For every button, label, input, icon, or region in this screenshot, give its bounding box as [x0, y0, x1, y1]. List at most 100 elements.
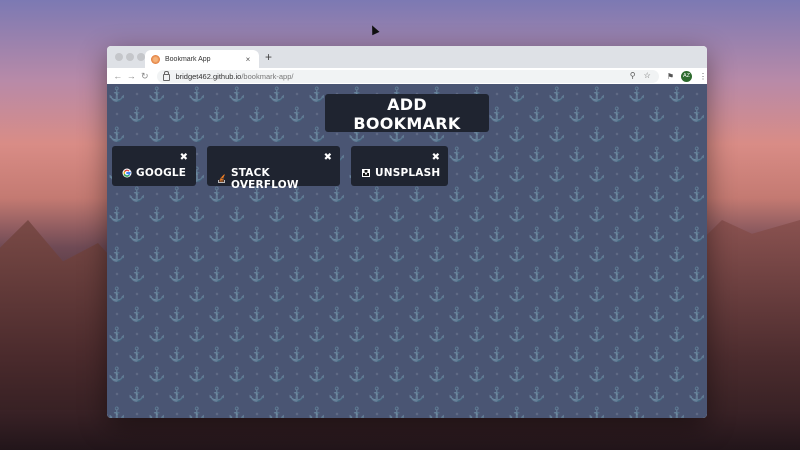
anchor-pattern-icon: ⚓ [488, 386, 506, 402]
anchor-pattern-icon: ⚓ [208, 306, 226, 322]
bookmark-link[interactable]: UNSPLASH [361, 167, 440, 179]
anchor-pattern-icon: ⚓ [328, 386, 346, 402]
anchor-pattern-icon: ⚓ [488, 306, 506, 322]
anchor-pattern-icon [627, 264, 647, 284]
anchor-pattern-icon: ⚓ [228, 246, 246, 262]
anchor-pattern-icon [487, 284, 507, 304]
anchor-pattern-icon [207, 204, 227, 224]
window-zoom-dot[interactable] [137, 53, 145, 61]
tab-close-button[interactable]: × [243, 55, 253, 64]
anchor-pattern-icon [327, 284, 347, 304]
anchor-pattern-icon: ⚓ [168, 106, 186, 122]
anchor-pattern-icon [487, 84, 507, 104]
anchor-pattern-icon [107, 184, 127, 204]
anchor-pattern-icon: ⚓ [368, 306, 386, 322]
anchor-pattern-icon [447, 244, 467, 264]
delete-bookmark-button[interactable]: ✖ [180, 152, 188, 163]
anchor-pattern-icon: ⚓ [328, 346, 346, 362]
anchor-pattern-icon [267, 344, 287, 364]
anchor-pattern-icon: ⚓ [228, 366, 246, 382]
bookmark-star-icon[interactable]: ☆ [644, 71, 651, 80]
anchor-pattern-icon: ⚓ [448, 266, 466, 282]
anchor-pattern-icon: ⚓ [448, 146, 466, 162]
menu-kebab-icon[interactable]: ⋮ [699, 72, 707, 81]
anchor-pattern-icon: ⚓ [668, 366, 686, 382]
forward-arrow-icon[interactable]: → [124, 71, 137, 81]
anchor-pattern-icon: ⚓ [428, 286, 446, 302]
anchor-pattern-icon: ⚓ [648, 146, 666, 162]
anchor-pattern-icon: ⚓ [568, 306, 586, 322]
window-close-dot[interactable] [115, 53, 123, 61]
anchor-pattern-icon: ⚓ [188, 246, 206, 262]
bookmark-app-page: ⚓ ⚓ ⚓ ⚓ ⚓ ⚓ ⚓ ⚓ ⚓ ⚓ ⚓ ⚓ ⚓ ⚓ ⚓ ⚓ ⚓ ⚓ ⚓ ⚓ ⚓ ⚓ ⚓ ⚓ ⚓ ⚓ ⚓ ⚓ ⚓ ⚓ ⚓ ⚓ ⚓ ⚓ ⚓ ⚓ ⚓ ⚓ ⚓ ⚓… [107, 84, 707, 418]
anchor-pattern-icon: ⚓ [688, 346, 706, 362]
add-bookmark-button[interactable]: ADD BOOKMARK [325, 94, 489, 133]
anchor-pattern-icon: ⚓ [448, 226, 466, 242]
bookmark-card-stack-overflow: ✖ STACK OVERFLOW [207, 146, 340, 191]
anchor-pattern-icon [587, 384, 607, 404]
anchor-pattern-icon [187, 104, 207, 124]
anchor-pattern-icon: ⚓ [568, 266, 586, 282]
anchor-pattern-icon: ⚓ [488, 346, 506, 362]
address-bar[interactable]: bridget462.github.io/bookmark-app/ ⚲ ☆ [157, 69, 659, 83]
anchor-pattern-icon [547, 184, 567, 204]
extensions-puzzle-icon[interactable]: ⚑ [667, 72, 674, 81]
anchor-pattern-icon [567, 324, 587, 344]
anchor-pattern-icon: ⚓ [528, 106, 546, 122]
tab-bar: Bookmark App × + [107, 46, 707, 68]
anchor-pattern-icon: ⚓ [528, 306, 546, 322]
anchor-pattern-icon [227, 104, 247, 124]
anchor-pattern-icon: ⚓ [608, 106, 626, 122]
anchor-pattern-icon [327, 364, 347, 384]
delete-bookmark-button[interactable]: ✖ [432, 152, 440, 163]
anchor-pattern-icon [387, 304, 407, 324]
anchor-pattern-icon [187, 224, 207, 244]
anchor-pattern-icon [427, 224, 447, 244]
anchor-pattern-icon: ⚓ [428, 246, 446, 262]
anchor-pattern-icon [647, 164, 667, 184]
anchor-pattern-icon: ⚓ [108, 86, 126, 102]
anchor-pattern-icon: ⚓ [468, 286, 486, 302]
browser-tab[interactable]: Bookmark App × [145, 50, 259, 68]
anchor-pattern-icon [627, 224, 647, 244]
anchor-pattern-icon [107, 304, 127, 324]
anchor-pattern-icon [507, 384, 527, 404]
anchor-pattern-background: ⚓ ⚓ ⚓ ⚓ ⚓ ⚓ ⚓ ⚓ ⚓ ⚓ ⚓ ⚓ ⚓ ⚓ ⚓ ⚓ ⚓ ⚓ ⚓ ⚓ ⚓ ⚓ ⚓ ⚓ ⚓ ⚓ ⚓ ⚓ ⚓ ⚓ ⚓ ⚓ ⚓ ⚓ ⚓ ⚓ ⚓ ⚓ ⚓ ⚓… [107, 84, 707, 418]
zoom-icon[interactable]: ⚲ [630, 71, 636, 80]
anchor-pattern-icon: ⚓ [568, 186, 586, 202]
browser-toolbar: ← → ↻ bridget462.github.io/bookmark-app/… [107, 68, 707, 85]
back-arrow-icon[interactable]: ← [111, 71, 124, 81]
anchor-pattern-icon: ⚓ [588, 366, 606, 382]
anchor-pattern-icon [687, 284, 707, 304]
anchor-pattern-icon [627, 384, 647, 404]
anchor-pattern-icon: ⚓ [648, 106, 666, 122]
delete-bookmark-button[interactable]: ✖ [324, 152, 332, 163]
anchor-pattern-icon: ⚓ [228, 86, 246, 102]
anchor-pattern-icon [227, 304, 247, 324]
anchor-pattern-icon [627, 104, 647, 124]
anchor-pattern-icon [267, 224, 287, 244]
anchor-pattern-icon: ⚓ [128, 306, 146, 322]
bookmark-link[interactable]: GOOGLE [122, 167, 186, 179]
anchor-pattern-icon: ⚓ [148, 286, 166, 302]
anchor-pattern-icon: ⚓ [608, 266, 626, 282]
anchor-pattern-icon: ⚓ [248, 386, 266, 402]
window-minimize-dot[interactable] [126, 53, 134, 61]
anchor-pattern-icon [487, 324, 507, 344]
anchor-pattern-icon [427, 264, 447, 284]
profile-avatar[interactable]: AZ [681, 70, 692, 82]
anchor-pattern-icon: ⚓ [208, 106, 226, 122]
new-tab-button[interactable]: + [265, 51, 272, 63]
anchor-pattern-icon: ⚓ [548, 286, 566, 302]
anchor-pattern-icon [687, 324, 707, 344]
anchor-pattern-icon [287, 404, 307, 418]
anchor-pattern-icon [167, 284, 187, 304]
reload-icon[interactable]: ↻ [138, 71, 151, 82]
lock-icon[interactable] [163, 70, 171, 81]
anchor-pattern-icon [227, 344, 247, 364]
anchor-pattern-icon: ⚓ [268, 286, 286, 302]
anchor-pattern-icon: ⚓ [288, 386, 306, 402]
bookmark-link[interactable]: STACK OVERFLOW [217, 167, 340, 191]
anchor-pattern-icon: ⚓ [268, 326, 286, 342]
anchor-pattern-icon [287, 284, 307, 304]
